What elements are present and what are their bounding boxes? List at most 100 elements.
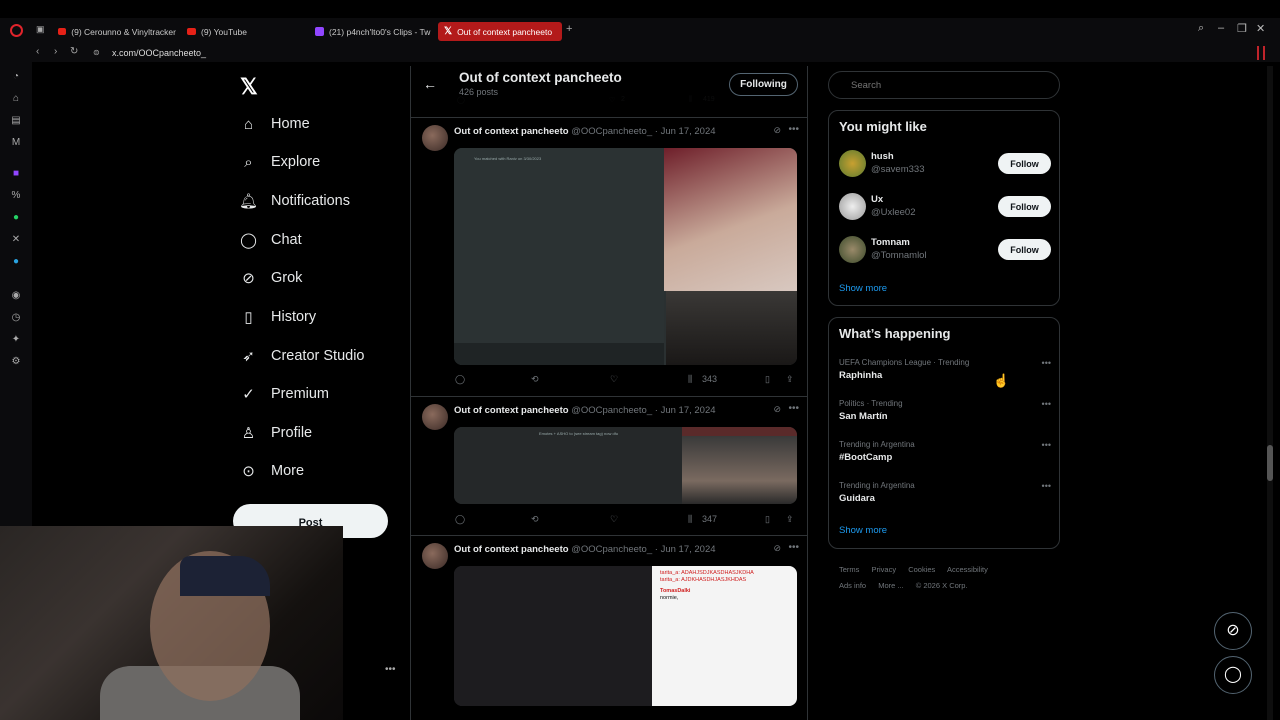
show-more-link[interactable]: Show more — [839, 525, 887, 536]
m-icon[interactable]: M — [10, 137, 22, 149]
tweet-date[interactable]: · Jun 17, 2024 — [655, 126, 716, 137]
trend-more-icon[interactable]: ••• — [1042, 440, 1051, 450]
percent-icon[interactable]: % — [10, 190, 22, 202]
trend-more-icon[interactable]: ••• — [1042, 358, 1051, 368]
avatar[interactable] — [839, 150, 866, 177]
telegram-icon[interactable]: ● — [10, 256, 22, 268]
search-input[interactable] — [828, 71, 1060, 99]
reply-icon[interactable]: ◯ — [455, 514, 465, 525]
views-icon[interactable]: ⫼ — [688, 374, 692, 385]
avatar[interactable] — [839, 193, 866, 220]
share-icon[interactable]: ⇪ — [786, 514, 794, 525]
tweet[interactable]: Out of context pancheeto @OOCpancheeto_ … — [411, 535, 807, 720]
player-icon[interactable]: ◉ — [10, 290, 22, 302]
tab-twitch-clips[interactable]: (21) p4nch'lto0's Clips - Tw — [315, 22, 431, 41]
site-info-icon[interactable]: ⊜ — [93, 48, 100, 57]
url-field[interactable]: x.com/OOCpancheeto_ — [112, 48, 206, 58]
search-tabs-icon[interactable]: ⌕ — [1198, 22, 1204, 35]
footer-link-terms[interactable]: Terms — [839, 565, 859, 574]
repost-icon[interactable]: ⟲ — [531, 514, 539, 525]
footer-link-cookies[interactable]: Cookies — [908, 565, 935, 574]
scrollbar-thumb[interactable] — [1267, 445, 1273, 481]
trend-item[interactable]: Trending in Argentina #BootCamp ••• — [839, 440, 1051, 470]
grok-float-button[interactable]: ⊘ — [1214, 612, 1252, 650]
user-name[interactable]: Ux — [871, 194, 883, 205]
avatar[interactable] — [422, 543, 448, 569]
nav-chat[interactable]: ◯ Chat — [240, 226, 302, 254]
whatsapp-icon[interactable]: ● — [10, 212, 22, 224]
tweet[interactable]: Out of context pancheeto @OOCpancheeto_ … — [411, 396, 807, 535]
reload-icon[interactable]: ↻ — [70, 46, 78, 57]
like-icon[interactable]: ♡ — [610, 514, 618, 525]
views-icon[interactable]: ⫼ — [688, 514, 692, 525]
trend-item[interactable]: UEFA Champions League · Trending Raphinh… — [839, 358, 1051, 388]
restore-icon[interactable]: ❐ — [1237, 22, 1247, 35]
tweet-more-icon[interactable]: ••• — [788, 403, 799, 414]
footer-link-accessibility[interactable]: Accessibility — [947, 565, 988, 574]
tweet-more-icon[interactable]: ••• — [788, 542, 799, 553]
opera-logo-icon[interactable] — [10, 24, 23, 37]
grok-explain-icon[interactable]: ⊘ — [773, 125, 781, 136]
nav-home[interactable]: ⌂ Home — [240, 110, 310, 138]
opera-menu-icon[interactable] — [1257, 46, 1265, 60]
following-button[interactable]: Following — [729, 73, 798, 96]
repost-icon[interactable]: ⟲ — [531, 374, 539, 385]
user-name[interactable]: Tomnam — [871, 237, 910, 248]
tweet-author-handle[interactable]: @OOCpancheeto_ — [571, 405, 652, 416]
footer-link-ads-info[interactable]: Ads info — [839, 581, 866, 590]
nav-creator-studio[interactable]: ➶ Creator Studio — [240, 342, 364, 370]
twitch-icon[interactable]: ■ — [10, 168, 22, 180]
tweet-media-image[interactable]: Emotes + ASHO to (see stream tag) now df… — [454, 427, 797, 504]
tweet-media-image[interactable]: You matched with Raniv on 3/30/2023 ✕ — [454, 148, 797, 365]
tab-cerounno[interactable]: (9) Cerounno & Vinyltracker — [58, 22, 176, 41]
reply-icon[interactable]: ◯ — [455, 374, 465, 385]
forward-icon[interactable]: › — [54, 46, 57, 57]
chat-float-button[interactable]: ◯ — [1214, 656, 1252, 694]
close-window-icon[interactable]: ✕ — [1256, 22, 1265, 35]
nav-grok[interactable]: ⊘ Grok — [240, 264, 302, 292]
account-menu-icon[interactable]: ••• — [385, 664, 396, 675]
tweet-more-icon[interactable]: ••• — [788, 124, 799, 135]
grok-explain-icon[interactable]: ⊘ — [773, 404, 781, 415]
x-logo-icon[interactable]: 𝕏 — [240, 74, 258, 100]
tab-x-active[interactable]: 𝕏 Out of context pancheeto — [438, 22, 562, 41]
tweet-author-handle[interactable]: @OOCpancheeto_ — [571, 126, 652, 137]
bookmark-icon[interactable]: ▯ — [765, 374, 770, 385]
user-handle[interactable]: @Tomnamlol — [871, 250, 927, 261]
suggested-user[interactable]: Ux @Uxlee02 Follow — [839, 193, 1051, 223]
tweet-author-handle[interactable]: @OOCpancheeto_ — [571, 544, 652, 555]
tab-youtube[interactable]: (9) YouTube — [187, 22, 297, 41]
nav-profile[interactable]: ♙ Profile — [240, 419, 312, 447]
trend-more-icon[interactable]: ••• — [1042, 399, 1051, 409]
follow-button[interactable]: Follow — [998, 239, 1051, 260]
user-handle[interactable]: @savem333 — [871, 164, 924, 175]
bookmark-icon[interactable]: ▯ — [765, 514, 770, 525]
follow-button[interactable]: Follow — [998, 196, 1051, 217]
pinboard-icon[interactable]: ▤ — [10, 115, 22, 127]
show-more-link[interactable]: Show more — [839, 283, 887, 294]
nav-more[interactable]: ⊙ More — [240, 457, 304, 485]
tweet-author-name[interactable]: Out of context pancheeto — [454, 544, 569, 555]
back-arrow-icon[interactable]: ← — [423, 76, 437, 92]
nav-premium[interactable]: ✓ Premium — [240, 380, 329, 408]
user-name[interactable]: hush — [871, 151, 894, 162]
aria-icon[interactable]: ◔ — [10, 71, 22, 83]
nav-notifications[interactable]: 🔔︎ Notifications — [239, 187, 350, 215]
settings-icon[interactable]: ⚙ — [10, 356, 22, 368]
footer-link-more[interactable]: More ... — [878, 581, 903, 590]
grok-explain-icon[interactable]: ⊘ — [773, 543, 781, 554]
suggested-user[interactable]: Tomnam @Tomnamlol Follow — [839, 236, 1051, 266]
tweet-author-name[interactable]: Out of context pancheeto — [454, 126, 569, 137]
history-icon[interactable]: ◷ — [10, 312, 22, 324]
follow-button[interactable]: Follow — [998, 153, 1051, 174]
extensions-icon[interactable]: ✦ — [10, 334, 22, 346]
tweet-media-image[interactable]: tarita_a: ADAHJSDJKASDHASJKDHA tarita_a:… — [454, 566, 797, 706]
nav-explore[interactable]: ⌕ Explore — [240, 148, 320, 176]
trend-more-icon[interactable]: ••• — [1042, 481, 1051, 491]
scrollbar[interactable] — [1267, 66, 1273, 720]
x-icon[interactable]: ✕ — [10, 234, 22, 246]
bag-icon[interactable]: ⌂ — [10, 93, 22, 105]
tweet-author-name[interactable]: Out of context pancheeto — [454, 405, 569, 416]
new-tab-icon[interactable]: + — [566, 23, 572, 35]
tweet[interactable]: Out of context pancheeto @OOCpancheeto_ … — [411, 117, 807, 396]
